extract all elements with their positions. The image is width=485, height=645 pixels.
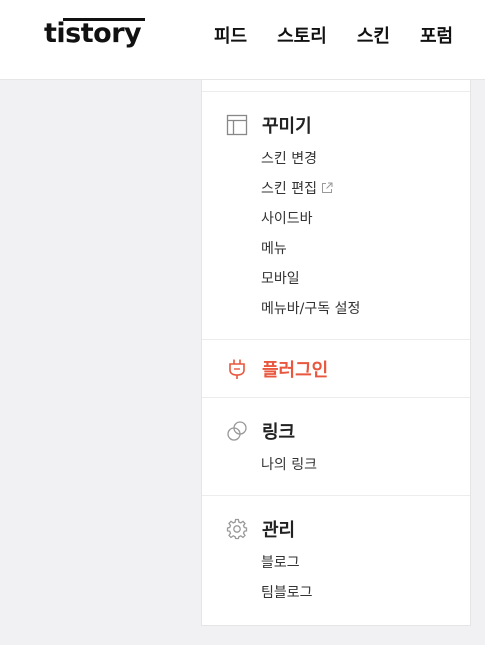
link-icon [226,420,248,442]
menu-mobile[interactable]: 모바일 [261,268,300,288]
section-manage-header[interactable]: 관리 [226,516,295,542]
nav-skin[interactable]: 스킨 [357,22,390,48]
menu-menubar-subscribe[interactable]: 메뉴바/구독 설정 [261,298,360,318]
section-manage: 관리 블로그 팀블로그 [202,496,470,626]
nav-forum[interactable]: 포럼 [420,22,453,48]
gear-icon [226,518,248,540]
section-decorate-header[interactable]: 꾸미기 [226,112,312,138]
settings-sidebar: 꾸미기 스킨 변경 스킨 편집 사이드바 메뉴 모바일 메뉴바/구독 설정 플러… [201,80,471,626]
tistory-logo[interactable]: tistory [44,18,142,49]
section-manage-title: 관리 [262,520,296,541]
menu-menu[interactable]: 메뉴 [261,238,287,258]
menu-skin-change[interactable]: 스킨 변경 [261,148,317,168]
menu-skin-edit[interactable]: 스킨 편집 [261,178,333,198]
section-plugin: 플러그인 [202,340,470,398]
top-bar: tistory 피드 스토리 스킨 포럼 [0,0,485,80]
section-plugin-title: 플러그인 [262,360,329,381]
section-plugin-header[interactable]: 플러그인 [226,356,328,382]
section-link: 링크 나의 링크 [202,398,470,496]
layout-icon [226,114,248,136]
section-decorate: 꾸미기 스킨 변경 스킨 편집 사이드바 메뉴 모바일 메뉴바/구독 설정 [202,92,470,340]
previous-section-end [202,80,470,92]
plug-icon [226,358,248,380]
menu-skin-edit-label: 스킨 편집 [261,181,317,197]
menu-my-links[interactable]: 나의 링크 [261,454,317,474]
section-decorate-title: 꾸미기 [262,116,312,137]
global-nav: 피드 스토리 스킨 포럼 [214,22,483,48]
section-link-header[interactable]: 링크 [226,418,295,444]
external-link-icon [321,182,333,194]
menu-blog[interactable]: 블로그 [261,552,300,572]
menu-sidebar[interactable]: 사이드바 [261,208,313,228]
menu-team-blog[interactable]: 팀블로그 [261,582,313,602]
section-link-title: 링크 [262,422,296,443]
nav-feed[interactable]: 피드 [214,22,247,48]
nav-story[interactable]: 스토리 [277,22,327,48]
